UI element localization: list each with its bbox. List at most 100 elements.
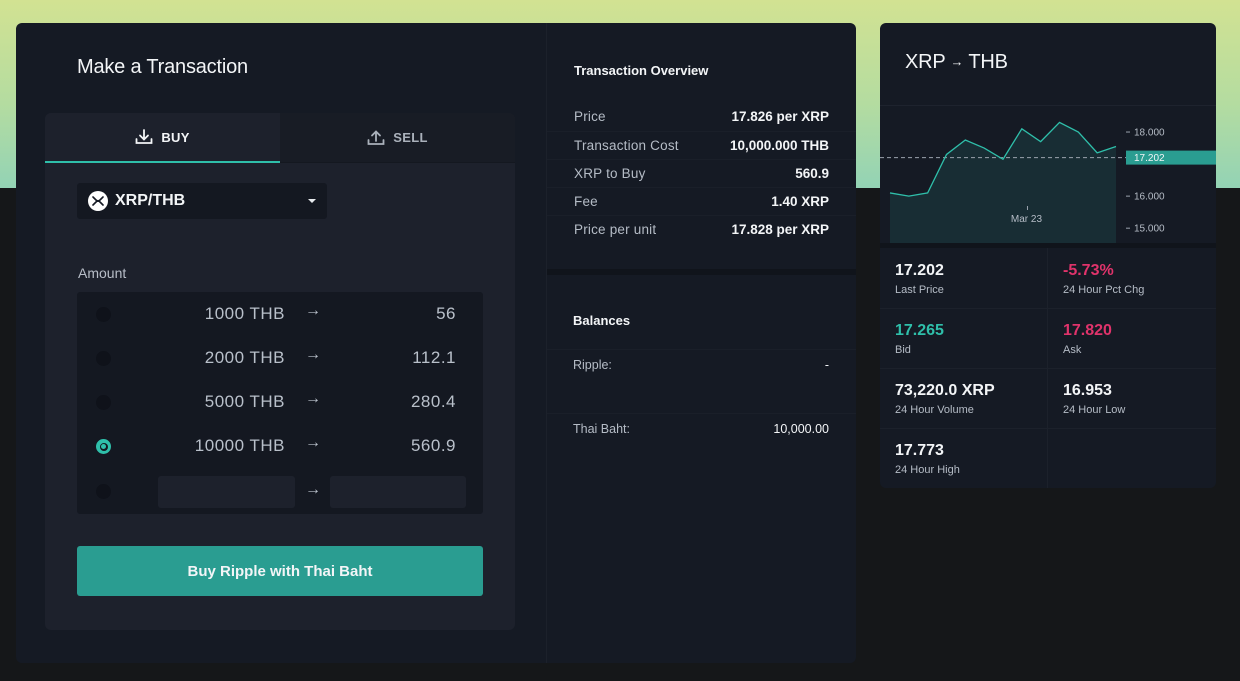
amount-from: 2000 THB	[204, 348, 285, 367]
chevron-down-icon	[308, 199, 316, 203]
right-arrow-icon: →	[305, 434, 321, 451]
overview-row: Transaction Cost 10,000.000 THB	[547, 131, 856, 159]
transaction-card: BUY SELL XRP/THB Amount 1000 THB → 56 20…	[45, 113, 515, 630]
stat-label: Bid	[895, 344, 911, 356]
amount-option-row[interactable]: 5000 THB → 280.4	[77, 380, 483, 424]
balance-row: Thai Baht: 10,000.00	[547, 413, 856, 453]
buy-sell-tabs: BUY SELL	[45, 113, 515, 163]
overview-value: 10,000.000 THB	[729, 138, 829, 153]
balance-value: 10,000.00	[773, 422, 829, 436]
tab-buy-label: BUY	[161, 129, 190, 145]
tab-buy[interactable]: BUY	[45, 113, 280, 163]
stat-bid: 17.265 Bid	[880, 308, 1048, 368]
radio-button[interactable]	[96, 351, 111, 366]
balance-row: Ripple: -	[547, 349, 856, 413]
transaction-title: Make a Transaction	[77, 56, 248, 78]
stat-value: 17.202	[895, 262, 944, 279]
overview-value: 1.40 XRP	[771, 194, 829, 209]
price-chart: 18.000 16.000 15.000 17.202 Mar 23	[880, 105, 1216, 244]
pair-dropdown[interactable]: XRP/THB	[77, 183, 327, 219]
stat-last-price: 17.202 Last Price	[880, 248, 1048, 308]
ripple-logo-icon	[88, 191, 108, 211]
overview-value: 17.826 per XRP	[731, 109, 829, 124]
stat-low: 16.953 24 Hour Low	[1048, 368, 1216, 428]
market-panel: XRP → THB 18.000 16.000 15.000 17.202 Mar 23…	[880, 23, 1216, 488]
stat-value: 73,220.0 XRP	[895, 382, 995, 399]
y-tick-label: 18.000	[1134, 128, 1165, 139]
tab-sell[interactable]: SELL	[280, 113, 515, 163]
overview-key: Transaction Cost	[574, 138, 679, 153]
stat-label: 24 Hour Volume	[895, 404, 974, 416]
x-tick-label: Mar 23	[1011, 214, 1043, 225]
overview-row: Fee 1.40 XRP	[547, 187, 856, 215]
stat-value: 17.265	[895, 322, 944, 339]
balance-key: Ripple:	[573, 358, 612, 372]
current-price-label: 17.202	[1134, 153, 1165, 164]
balances-title: Balances	[573, 313, 631, 328]
amount-to: 280.4	[410, 392, 456, 411]
buy-ripple-button[interactable]: Buy Ripple with Thai Baht	[77, 546, 483, 596]
right-arrow-icon: →	[305, 302, 321, 319]
stat-label: 24 Hour Low	[1063, 404, 1126, 416]
transaction-overview-column: Transaction Overview Price 17.826 per XR…	[546, 23, 856, 663]
overview-key: Fee	[574, 194, 598, 209]
pair-label: XRP/THB	[115, 192, 186, 209]
stat-volume: 73,220.0 XRP 24 Hour Volume	[880, 368, 1048, 428]
right-arrow-icon: →	[950, 54, 964, 69]
price-area	[890, 122, 1116, 244]
market-quote: THB	[968, 51, 1008, 73]
balance-value: -	[824, 358, 829, 372]
overview-row: Price per unit 17.828 per XRP	[547, 215, 856, 243]
amount-from: 10000 THB	[194, 436, 285, 455]
market-base: XRP	[905, 51, 946, 73]
overview-row: Price 17.826 per XRP	[547, 103, 856, 131]
amount-to: 112.1	[412, 348, 456, 367]
custom-to-input[interactable]	[330, 476, 466, 508]
y-tick-label: 15.000	[1134, 224, 1165, 235]
overview-key: Price per unit	[574, 222, 657, 237]
stat-pct-change: -5.73% 24 Hour Pct Chg	[1048, 248, 1216, 308]
upload-arrow-icon	[367, 129, 385, 145]
amount-option-row[interactable]: 2000 THB → 112.1	[77, 336, 483, 380]
overview-title: Transaction Overview	[574, 63, 709, 78]
tab-sell-label: SELL	[393, 130, 428, 145]
stat-label: 24 Hour High	[895, 464, 960, 476]
overview-value: 17.828 per XRP	[731, 222, 829, 237]
radio-button[interactable]	[96, 395, 111, 410]
amount-to: 56	[436, 304, 456, 323]
y-tick-label: 16.000	[1134, 192, 1165, 203]
download-arrow-icon	[135, 129, 153, 144]
stat-value: 17.820	[1063, 322, 1112, 339]
stat-label: Ask	[1063, 344, 1082, 356]
overview-key: Price	[574, 109, 606, 124]
radio-button[interactable]	[96, 484, 111, 499]
radio-button[interactable]	[96, 307, 111, 322]
stat-label: Last Price	[895, 284, 944, 296]
amount-to: 560.9	[410, 436, 456, 455]
radio-button-selected[interactable]	[96, 439, 111, 454]
stat-value: 16.953	[1063, 382, 1112, 399]
amount-options: 1000 THB → 56 2000 THB → 112.1 5000 THB …	[77, 292, 483, 514]
right-arrow-icon: →	[305, 481, 321, 498]
amount-from: 1000 THB	[204, 304, 285, 323]
stat-label: 24 Hour Pct Chg	[1063, 284, 1145, 296]
stat-ask: 17.820 Ask	[1048, 308, 1216, 368]
amount-label: Amount	[78, 265, 127, 281]
custom-amount-row[interactable]: →	[77, 472, 483, 516]
overview-row: XRP to Buy 560.9	[547, 159, 856, 187]
amount-option-row[interactable]: 10000 THB → 560.9	[77, 424, 483, 468]
transaction-panel: Make a Transaction BUY SELL XRP/THB Amou…	[16, 23, 856, 663]
amount-from: 5000 THB	[204, 392, 285, 411]
stat-high: 17.773 24 Hour High	[880, 428, 1048, 488]
market-title: XRP → THB	[905, 51, 1008, 74]
right-arrow-icon: →	[305, 346, 321, 363]
section-divider	[547, 269, 856, 275]
stat-value: 17.773	[895, 442, 944, 459]
overview-value: 560.9	[795, 166, 829, 181]
stat-value: -5.73%	[1063, 262, 1114, 279]
right-arrow-icon: →	[305, 390, 321, 407]
amount-option-row[interactable]: 1000 THB → 56	[77, 292, 483, 336]
custom-from-input[interactable]	[158, 476, 295, 508]
price-chart-svg: 18.000 16.000 15.000 17.202 Mar 23	[880, 121, 1216, 244]
transaction-form-column: Make a Transaction BUY SELL XRP/THB Amou…	[16, 23, 546, 663]
